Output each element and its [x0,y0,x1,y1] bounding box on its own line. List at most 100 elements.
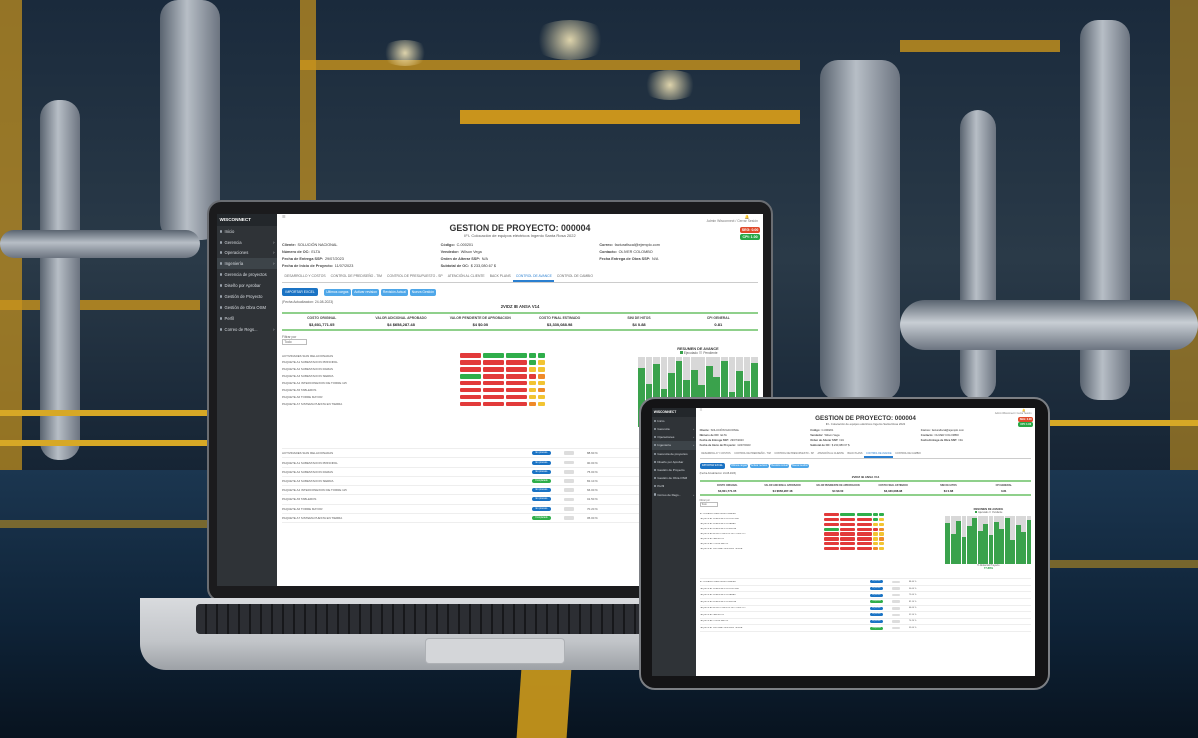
status-cell[interactable] [823,522,839,526]
status-cell[interactable] [823,512,839,516]
tab-4[interactable]: ATENCIÓN AL CLIENTE [445,272,487,282]
status-cell[interactable] [873,537,878,541]
status-cell[interactable] [460,394,482,400]
status-cell[interactable] [538,374,545,379]
status-cell[interactable] [840,547,856,551]
status-cell[interactable] [879,512,885,516]
status-cell[interactable] [483,401,505,407]
status-cell[interactable] [529,401,537,407]
sidebar-item[interactable]: Perfil [652,482,696,490]
tab-3[interactable]: CONTROL DE PRESUPUESTO - SP [385,272,446,282]
status-pill[interactable]: En proceso [532,488,551,493]
status-cell[interactable] [879,527,885,531]
status-pill[interactable]: En proceso [869,593,884,597]
status-cell[interactable] [538,401,545,407]
status-cell[interactable] [823,527,839,531]
status-cell[interactable] [529,353,537,358]
filter-value[interactable]: Todo [282,339,308,346]
status-cell[interactable] [460,353,482,358]
status-pill[interactable]: En proceso [532,460,551,465]
status-cell[interactable] [483,381,505,386]
sidebar-item[interactable]: Gerencia de proyectos [652,450,696,458]
user-menu[interactable]: Admin Wisconnect / Cerrar Sesión [707,219,758,223]
status-cell[interactable] [483,374,505,379]
status-cell[interactable] [823,532,839,536]
sidebar-item[interactable]: Perfil [217,313,277,324]
status-cell[interactable] [856,547,872,551]
status-cell[interactable] [840,542,856,546]
status-cell[interactable] [538,360,545,365]
status-cell[interactable] [856,522,872,526]
sidebar-item[interactable]: Inicio [652,417,696,425]
status-pill[interactable]: En proceso [532,506,551,511]
status-cell[interactable] [856,527,872,531]
status-cell[interactable] [538,394,545,400]
status-cell[interactable] [529,367,537,372]
sidebar-item[interactable]: Ingeniería › [652,441,696,450]
status-pill[interactable]: En proceso [532,497,551,502]
sidebar-item[interactable]: Diseño por Aprobar [652,458,696,466]
status-cell[interactable] [873,517,878,521]
status-cell[interactable] [506,381,528,386]
status-cell[interactable] [529,381,537,386]
tab-2[interactable]: CONTROL DE PREDISEÑO - TIM [732,450,772,458]
tab-1[interactable]: DESARROLLO Y COSTOS [700,450,733,458]
status-pill[interactable]: Completado [869,626,884,630]
status-cell[interactable] [538,353,545,358]
hamburger-menu-icon[interactable]: ☰ [700,408,703,412]
status-cell[interactable] [856,537,872,541]
filter-chip[interactable]: Revisión Actual [769,463,790,469]
sidebar-item[interactable]: Gerencia de proyectos [217,269,277,280]
status-cell[interactable] [538,367,545,372]
status-cell[interactable] [879,517,885,521]
tab-2[interactable]: CONTROL DE PREDISEÑO - TIM [328,272,384,282]
status-cell[interactable] [879,537,885,541]
status-cell[interactable] [460,401,482,407]
status-cell[interactable] [879,542,885,546]
status-cell[interactable] [460,367,482,372]
status-cell[interactable] [483,387,505,393]
status-pill[interactable]: En proceso [532,469,551,474]
tab-4[interactable]: ATENCIÓN AL CLIENTE [816,450,846,458]
status-cell[interactable] [873,532,878,536]
status-cell[interactable] [529,387,537,393]
status-cell[interactable] [856,542,872,546]
status-cell[interactable] [873,542,878,546]
import-excel-button[interactable]: IMPORTAR EXCEL [282,288,319,297]
status-cell[interactable] [538,387,545,393]
filter-chip[interactable]: Activar revision [352,289,380,296]
status-cell[interactable] [483,394,505,400]
status-cell[interactable] [840,522,856,526]
filter-chip[interactable]: Nueva Gestión [409,289,437,296]
trackpad[interactable] [425,638,565,664]
status-cell[interactable] [840,517,856,521]
status-cell[interactable] [483,360,505,365]
status-pill[interactable]: En proceso [869,606,884,610]
tab-6[interactable]: CONTROL DE AVANCE [864,450,894,459]
status-cell[interactable] [840,537,856,541]
status-cell[interactable] [840,527,856,531]
status-pill[interactable]: En proceso [869,587,884,591]
status-cell[interactable] [873,547,878,551]
status-cell[interactable] [506,360,528,365]
sidebar-item[interactable]: Ingeniería › [217,258,277,270]
status-cell[interactable] [506,401,528,407]
filter-select[interactable]: Filtrar por Todo [699,499,718,508]
status-cell[interactable] [840,532,856,536]
status-cell[interactable] [506,374,528,379]
status-cell[interactable] [460,360,482,365]
filter-chip[interactable]: Activar revision [749,463,769,469]
status-cell[interactable] [856,532,872,536]
status-cell[interactable] [483,367,505,372]
status-cell[interactable] [873,527,878,531]
status-cell[interactable] [529,374,537,379]
status-pill[interactable]: Completado [532,515,551,520]
sidebar-item[interactable]: Gestión de Obra OSM [652,474,696,482]
tab-5[interactable]: BACK PLANS [846,450,865,458]
status-cell[interactable] [506,387,528,393]
sidebar-item[interactable]: Correo de Regs... › [652,490,696,498]
filter-value[interactable]: Todo [699,502,718,508]
sidebar-item[interactable]: Gestión de Proyecto [652,466,696,474]
tab-1[interactable]: DESARROLLO Y COSTOS [282,272,328,282]
status-cell[interactable] [460,387,482,393]
